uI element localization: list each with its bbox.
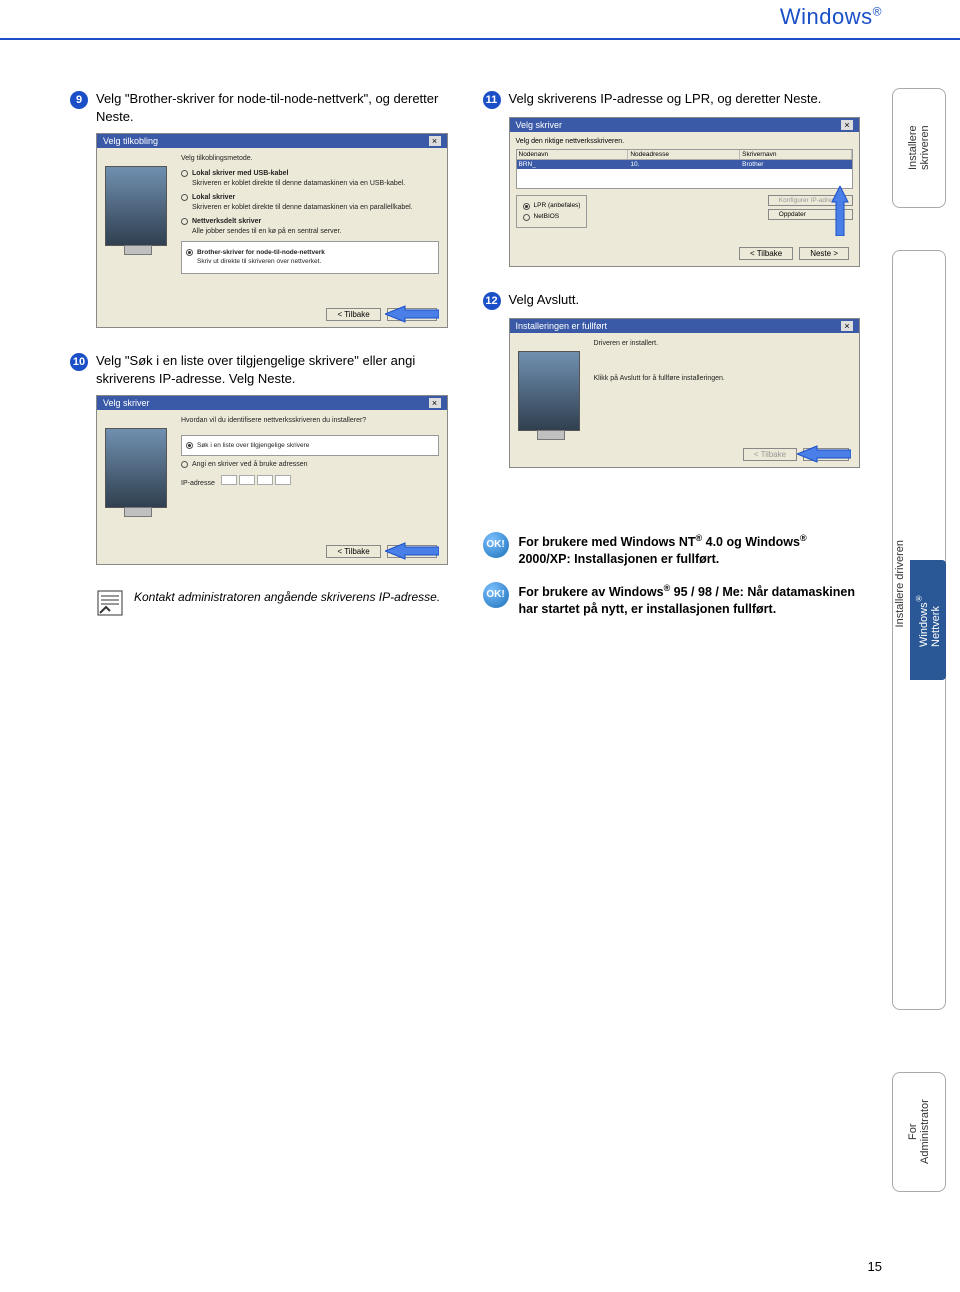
screenshot-step-10: Velg skriver× Hvordan vil du identifiser… — [96, 395, 448, 565]
arrow-callout-icon — [797, 443, 851, 465]
step-text-9: Velg "Brother-skriver for node-til-node-… — [96, 90, 448, 125]
next-button: Neste > — [799, 247, 849, 260]
page-number: 15 — [868, 1259, 882, 1274]
step-11: 11 Velg skriverens IP-adresse og LPR, og… — [483, 90, 861, 267]
ok-note-nt: OK! For brukere med Windows NT® 4.0 og W… — [483, 532, 861, 568]
close-icon: × — [841, 120, 853, 130]
monitor-icon — [518, 351, 580, 431]
step-10: 10 Velg "Søk i en liste over tilgjengeli… — [70, 352, 448, 565]
page-title: Windows® — [780, 4, 882, 30]
step-text-12: Velg Avslutt. — [509, 291, 861, 309]
screenshot-step-9: Velg tilkobling× Velg tilkoblingsmetode.… — [96, 133, 448, 328]
close-icon: × — [429, 136, 441, 146]
monitor-icon — [105, 428, 167, 508]
back-button: < Tilbake — [326, 545, 380, 558]
step-9: 9 Velg "Brother-skriver for node-til-nod… — [70, 90, 448, 328]
step-number-10: 10 — [70, 353, 88, 371]
back-button: < Tilbake — [743, 448, 797, 461]
monitor-icon — [105, 166, 167, 246]
back-button: < Tilbake — [739, 247, 793, 260]
arrow-callout-icon — [829, 186, 851, 236]
note-icon — [96, 589, 124, 617]
ok-icon: OK! — [483, 532, 509, 558]
back-button: < Tilbake — [326, 308, 380, 321]
step-number-9: 9 — [70, 91, 88, 109]
step-12: 12 Velg Avslutt. Installeringen er fullf… — [483, 291, 861, 468]
close-icon: × — [429, 398, 441, 408]
side-tab-install-printer: Installereskriveren — [892, 88, 946, 208]
step-text-10: Velg "Søk i en liste over tilgjengelige … — [96, 352, 448, 387]
page-header: Windows® — [0, 0, 960, 40]
arrow-callout-icon — [385, 303, 439, 325]
note-text: Kontakt administratoren angående skriver… — [134, 589, 440, 617]
side-tab-install-driver-label: Installere driveren — [894, 540, 906, 627]
screenshot-step-12: Installeringen er fullført× Driveren er … — [509, 318, 861, 468]
ok-icon: OK! — [483, 582, 509, 608]
step-number-11: 11 — [483, 91, 501, 109]
screenshot-step-11: Velg skriver× Velg den riktige nettverks… — [509, 117, 861, 267]
admin-note: Kontakt administratoren angående skriver… — [96, 589, 448, 617]
arrow-callout-icon — [385, 540, 439, 562]
step-number-12: 12 — [483, 292, 501, 310]
ok-note-9x: OK! For brukere av Windows® 95 / 98 / Me… — [483, 582, 861, 618]
step-text-11: Velg skriverens IP-adresse og LPR, og de… — [509, 90, 861, 108]
close-icon: × — [841, 321, 853, 331]
side-tab-windows-network: Windows®Nettverk — [910, 560, 946, 680]
side-tab-administrator: ForAdministrator — [892, 1072, 946, 1192]
